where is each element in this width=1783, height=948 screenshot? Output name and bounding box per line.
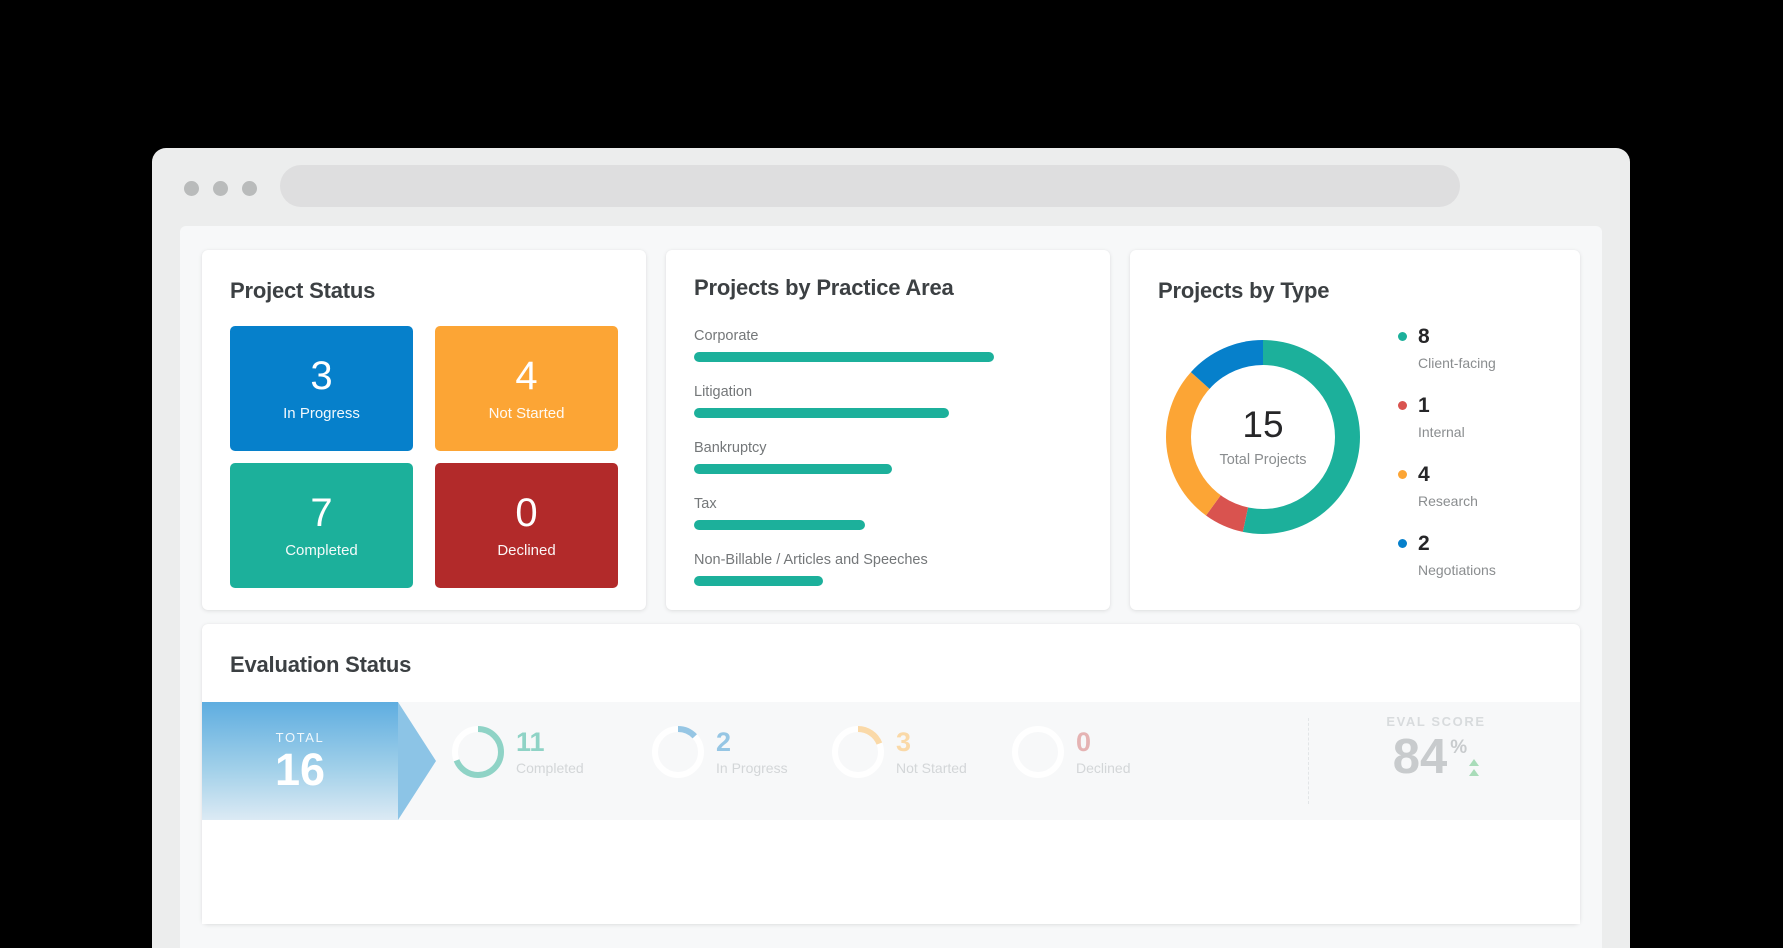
evaluation-stat[interactable]: 11 Completed	[450, 724, 584, 780]
project-status-card: Project Status 3 In Progress 4 Not Started 7…	[202, 250, 646, 610]
practice-area-label: Non-Billable / Articles and Speeches	[694, 552, 994, 568]
close-dot-icon[interactable]	[184, 181, 199, 196]
donut-legend: 8 Client-facing 1 Internal 4 Research 2 Negotia…	[1398, 326, 1496, 602]
legend-dot-icon	[1398, 332, 1407, 341]
practice-area-fill	[694, 352, 994, 362]
status-tile[interactable]: 0 Declined	[435, 463, 618, 588]
legend-dot-icon	[1398, 470, 1407, 479]
legend-value: 1	[1418, 395, 1430, 416]
practice-area-card: Projects by Practice Area Corporate Litig…	[666, 250, 1110, 610]
evaluation-stat-value: 2	[716, 729, 788, 756]
status-tile-label: Completed	[285, 542, 358, 559]
evaluation-card-footer	[202, 820, 1580, 924]
browser-window: Project Status 3 In Progress 4 Not Started 7…	[152, 148, 1630, 948]
eval-score-row: 84 %	[1326, 733, 1546, 782]
legend-label: Negotiations	[1418, 562, 1496, 578]
legend-dot-icon	[1398, 539, 1407, 548]
legend-dot-icon	[1398, 401, 1407, 410]
practice-area-track	[694, 408, 994, 418]
evaluation-stat-label: In Progress	[716, 760, 788, 776]
donut-chart: 15 Total Projects	[1148, 322, 1378, 552]
progress-ring	[650, 724, 706, 780]
page-title: Project Status	[230, 278, 375, 304]
legend-value: 2	[1418, 533, 1430, 554]
practice-area-fill	[694, 520, 865, 530]
evaluation-stat[interactable]: 3 Not Started	[830, 724, 967, 780]
legend-label: Internal	[1418, 424, 1496, 440]
practice-area-fill	[694, 576, 823, 586]
status-tile-value: 4	[515, 356, 537, 396]
status-tile[interactable]: 3 In Progress	[230, 326, 413, 451]
practice-area-track	[694, 520, 994, 530]
evaluation-stat-value: 3	[896, 729, 967, 756]
status-tile[interactable]: 7 Completed	[230, 463, 413, 588]
project-status-tiles: 3 In Progress 4 Not Started 7 Completed 0 Decli…	[230, 326, 618, 588]
evaluation-stat[interactable]: 0 Declined	[1010, 724, 1130, 780]
eval-score-label: EVAL SCORE	[1326, 714, 1546, 729]
practice-area-label: Corporate	[694, 328, 994, 344]
legend-label: Research	[1418, 493, 1496, 509]
evaluation-stat-label: Not Started	[896, 760, 967, 776]
status-tile-label: Declined	[497, 542, 555, 559]
address-bar-input[interactable]	[280, 165, 1460, 207]
progress-ring	[830, 724, 886, 780]
donut-total-label: Total Projects	[1219, 452, 1306, 468]
evaluation-total-value: 16	[275, 747, 325, 792]
eval-score: EVAL SCORE 84 %	[1326, 714, 1546, 782]
legend-label: Client-facing	[1418, 355, 1496, 371]
practice-area-row: Litigation	[694, 384, 994, 418]
evaluation-total-chevron: TOTAL 16	[202, 702, 398, 820]
evaluation-status-title: Evaluation Status	[230, 652, 411, 678]
status-tile[interactable]: 4 Not Started	[435, 326, 618, 451]
maximize-dot-icon[interactable]	[242, 181, 257, 196]
evaluation-stat-label: Declined	[1076, 760, 1130, 776]
status-tile-label: In Progress	[283, 405, 360, 422]
trend-up-icon	[1469, 759, 1479, 779]
eval-score-value: 84	[1393, 733, 1448, 782]
practice-area-track	[694, 464, 994, 474]
evaluation-stat-label: Completed	[516, 760, 584, 776]
practice-area-fill	[694, 408, 949, 418]
status-tile-value: 0	[515, 493, 537, 533]
legend-item[interactable]: 2 Negotiations	[1398, 533, 1496, 578]
practice-area-track	[694, 576, 994, 586]
legend-value: 4	[1418, 464, 1430, 485]
minimize-dot-icon[interactable]	[213, 181, 228, 196]
practice-area-row: Bankruptcy	[694, 440, 994, 474]
evaluation-status-card: Evaluation Status TOTAL 16 11 Completed 2 I…	[202, 624, 1580, 924]
practice-area-track	[694, 352, 994, 362]
status-tile-label: Not Started	[489, 405, 565, 422]
evaluation-stat-value: 0	[1076, 729, 1130, 756]
legend-item[interactable]: 8 Client-facing	[1398, 326, 1496, 371]
practice-area-label: Bankruptcy	[694, 440, 994, 456]
window-controls[interactable]	[184, 181, 257, 196]
evaluation-stats-row: TOTAL 16 11 Completed 2 In Progress 3 Not Sta…	[202, 702, 1580, 820]
donut-center-label: 15 Total Projects	[1148, 322, 1378, 552]
evaluation-total-label: TOTAL	[276, 730, 325, 745]
progress-ring	[450, 724, 506, 780]
practice-area-bars: Corporate Litigation Bankruptcy Tax Non-Bill…	[694, 328, 994, 608]
dashboard-canvas: Project Status 3 In Progress 4 Not Started 7…	[180, 226, 1602, 948]
practice-area-row: Non-Billable / Articles and Speeches	[694, 552, 994, 586]
projects-by-type-card: Projects by Type 15 Total Projects 8 Clie…	[1130, 250, 1580, 610]
practice-area-label: Tax	[694, 496, 994, 512]
evaluation-stat[interactable]: 2 In Progress	[650, 724, 788, 780]
evaluation-stat-value: 11	[516, 729, 584, 756]
practice-area-row: Corporate	[694, 328, 994, 362]
donut-total-value: 15	[1242, 406, 1283, 443]
browser-toolbar	[152, 148, 1630, 226]
practice-area-fill	[694, 464, 892, 474]
legend-value: 8	[1418, 326, 1430, 347]
projects-by-type-title: Projects by Type	[1158, 278, 1329, 304]
practice-area-title: Projects by Practice Area	[694, 275, 954, 301]
progress-ring	[1010, 724, 1066, 780]
eval-score-unit: %	[1450, 737, 1467, 759]
status-tile-value: 7	[310, 493, 332, 533]
status-tile-value: 3	[310, 356, 332, 396]
practice-area-label: Litigation	[694, 384, 994, 400]
practice-area-row: Tax	[694, 496, 994, 530]
legend-item[interactable]: 4 Research	[1398, 464, 1496, 509]
legend-item[interactable]: 1 Internal	[1398, 395, 1496, 440]
